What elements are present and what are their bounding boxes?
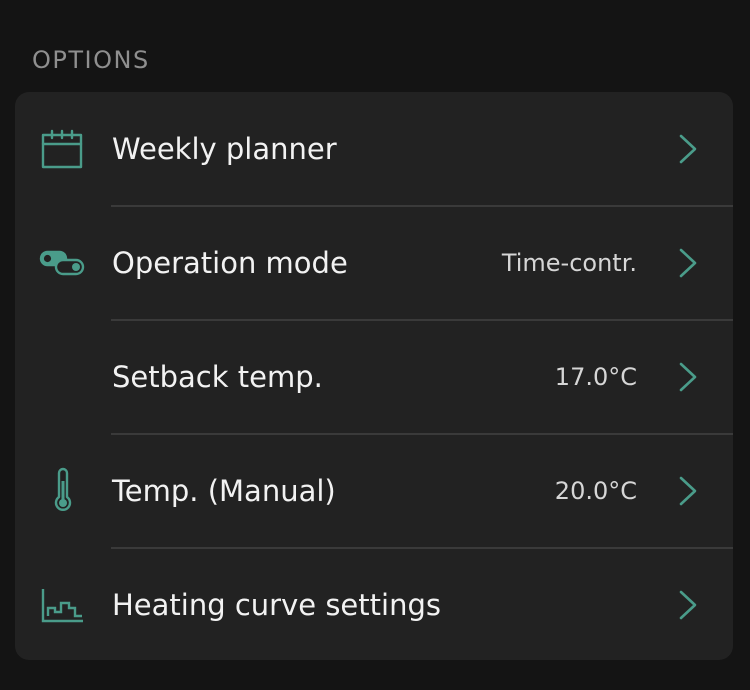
chevron-right-icon: [672, 247, 702, 279]
options-list: Weekly planner Operation mode Time-contr…: [15, 92, 733, 660]
option-value: 17.0°C: [554, 363, 637, 391]
option-label: Temp. (Manual): [112, 474, 336, 508]
chevron-right-icon: [672, 475, 702, 507]
option-temp-manual[interactable]: Temp. (Manual) 20.0°C: [15, 434, 733, 548]
option-setback-temp[interactable]: Setback temp. 17.0°C: [15, 320, 733, 434]
toggle-icon: [39, 239, 87, 287]
calendar-icon: [39, 125, 87, 173]
section-title: OPTIONS: [32, 46, 150, 74]
option-label: Heating curve settings: [112, 588, 441, 622]
option-operation-mode[interactable]: Operation mode Time-contr.: [15, 206, 733, 320]
heating-curve-icon: [39, 581, 87, 629]
option-heating-curve-settings[interactable]: Heating curve settings: [15, 548, 733, 660]
option-value: Time-contr.: [501, 249, 637, 277]
chevron-right-icon: [672, 361, 702, 393]
moon-icon: [39, 353, 87, 401]
option-label: Weekly planner: [112, 132, 337, 166]
chevron-right-icon: [672, 133, 702, 165]
option-label: Setback temp.: [112, 360, 323, 394]
option-label: Operation mode: [112, 246, 348, 280]
chevron-right-icon: [672, 589, 702, 621]
option-value: 20.0°C: [554, 477, 637, 505]
option-weekly-planner[interactable]: Weekly planner: [15, 92, 733, 206]
thermometer-icon: [39, 467, 87, 515]
